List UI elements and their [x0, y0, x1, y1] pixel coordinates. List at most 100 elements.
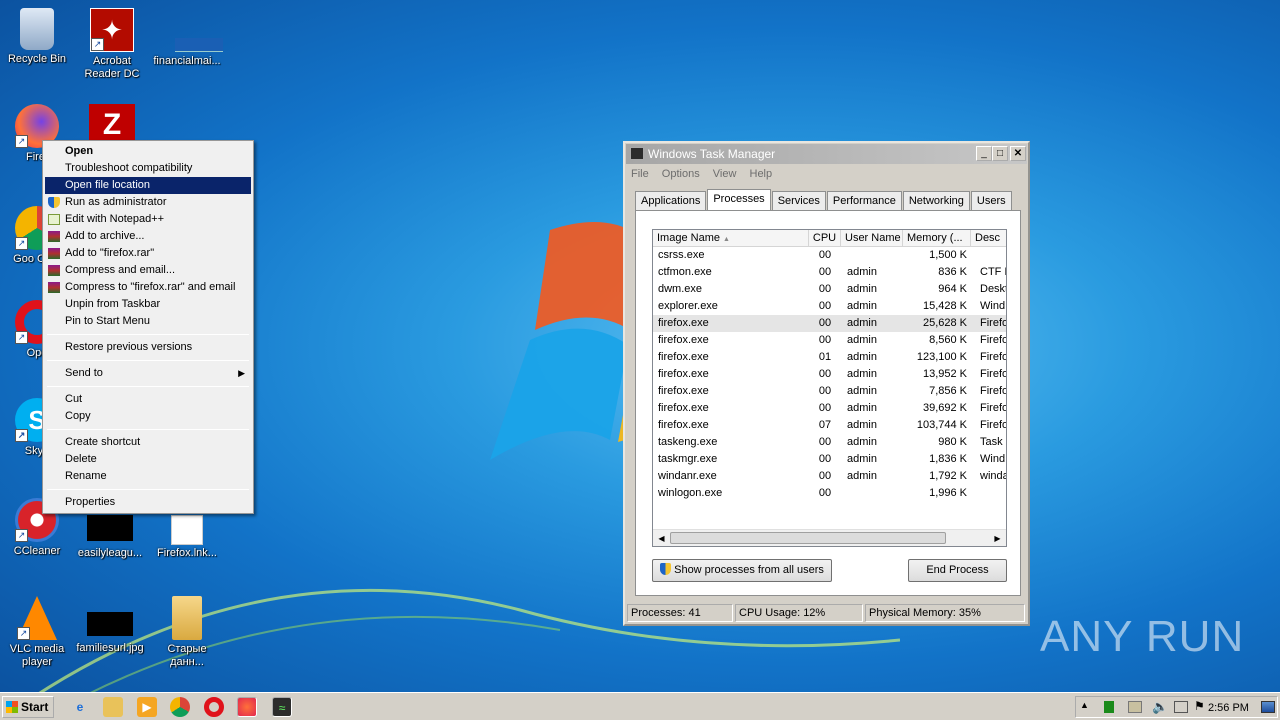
menu-item-create-shortcut[interactable]: Create shortcut — [45, 434, 251, 451]
table-row[interactable]: firefox.exe 00 admin 13,952 K Firefo — [653, 366, 1006, 383]
desktop-icon-vlc[interactable]: ↗ VLC media player — [0, 596, 74, 669]
taskbar: Start e ▶ ≈ ▲ 🔈 ⚑ 2:56 PM — [0, 692, 1280, 720]
action-center-flag-icon[interactable]: ⚑ — [1194, 699, 1205, 713]
firefox-icon[interactable] — [237, 697, 257, 717]
menu-item-rename[interactable]: Rename — [45, 468, 251, 485]
show-hidden-icons-icon[interactable]: ▲ — [1080, 700, 1089, 710]
table-row[interactable]: firefox.exe 00 admin 7,856 K Firefo — [653, 383, 1006, 400]
table-row[interactable]: firefox.exe 07 admin 103,744 K Firefo — [653, 417, 1006, 434]
maximize-button[interactable]: □ — [992, 146, 1008, 161]
ie-icon[interactable]: e — [70, 697, 90, 717]
desktop-icon-folder[interactable]: Старые данн... — [150, 596, 224, 669]
cell-name: explorer.exe — [658, 300, 718, 312]
desktop-icon-familiesurl[interactable]: familiesurl.jpg — [73, 612, 147, 655]
window-titlebar[interactable]: Windows Task Manager _ □ ✕ — [626, 144, 1027, 164]
table-row[interactable]: windanr.exe 00 admin 1,792 K winda — [653, 468, 1006, 485]
menu-item-add-to-archive[interactable]: Add to archive... — [45, 228, 251, 245]
scrollbar-thumb[interactable] — [670, 532, 946, 544]
menu-item-troubleshoot[interactable]: Troubleshoot compatibility — [45, 160, 251, 177]
explorer-icon[interactable] — [103, 697, 123, 717]
menu-item-add-to-firefox-rar[interactable]: Add to "firefox.rar" — [45, 245, 251, 262]
tab-users[interactable]: Users — [970, 191, 1012, 210]
tab-services[interactable]: Services — [771, 191, 826, 210]
menu-item-send-to[interactable]: Send to ▶ — [45, 365, 251, 382]
column-image-name[interactable]: Image Name ▲ — [653, 230, 809, 247]
table-row[interactable]: firefox.exe 00 admin 25,628 K Firefo — [653, 315, 1006, 332]
start-button[interactable]: Start — [2, 696, 54, 718]
menu-file[interactable]: File — [631, 168, 649, 180]
network-status-icon[interactable] — [1104, 701, 1114, 713]
menu-options[interactable]: Options — [662, 168, 700, 180]
network-icon[interactable] — [1128, 701, 1142, 713]
close-button[interactable]: ✕ — [1010, 146, 1026, 161]
cell-name: firefox.exe — [658, 317, 709, 329]
desktop-icon-firefox-lnk[interactable]: Firefox.lnk... — [150, 515, 224, 560]
table-row[interactable]: taskmgr.exe 00 admin 1,836 K Wind — [653, 451, 1006, 468]
show-desktop-icon[interactable] — [1261, 701, 1275, 713]
clock[interactable]: 2:56 PM — [1208, 697, 1249, 719]
desktop-icon-financialmai[interactable]: financialmai... — [150, 8, 224, 68]
tab-applications[interactable]: Applications — [635, 191, 707, 210]
table-row[interactable]: dwm.exe 00 admin 964 K Deskt — [653, 281, 1006, 298]
scroll-right-icon[interactable]: ▶ — [990, 531, 1005, 546]
table-row[interactable]: csrss.exe 00 1,500 K — [653, 247, 1006, 264]
table-row[interactable]: ctfmon.exe 00 admin 836 K CTF L — [653, 264, 1006, 281]
menu-item-compress-to-rar-email[interactable]: Compress to "firefox.rar" and email — [45, 279, 251, 296]
menu-item-properties[interactable]: Properties — [45, 494, 251, 511]
table-row[interactable]: taskeng.exe 00 admin 980 K Task — [653, 434, 1006, 451]
table-row[interactable]: firefox.exe 01 admin 123,100 K Firefo — [653, 349, 1006, 366]
media-player-icon[interactable]: ▶ — [137, 697, 157, 717]
cell-desc: CTF L — [980, 266, 1006, 278]
display-icon[interactable] — [1174, 701, 1188, 713]
menu-item-compress-email[interactable]: Compress and email... — [45, 262, 251, 279]
taskmgr-icon[interactable]: ≈ — [272, 697, 292, 717]
menu-item-open-file-location[interactable]: Open file location — [45, 177, 251, 194]
column-description[interactable]: Desc — [971, 230, 1006, 247]
cell-name: taskmgr.exe — [658, 453, 718, 465]
desktop-icon-acrobat[interactable]: ✦ ↗ Acrobat Reader DC — [75, 8, 149, 81]
cell-mem: 7,856 K — [929, 385, 967, 397]
menu-item-run-as-admin[interactable]: Run as administrator — [45, 194, 251, 211]
chrome-icon[interactable] — [170, 697, 190, 717]
table-row[interactable]: firefox.exe 00 admin 8,560 K Firefo — [653, 332, 1006, 349]
menu-item-delete[interactable]: Delete — [45, 451, 251, 468]
cell-mem: 8,560 K — [929, 334, 967, 346]
menu-item-open[interactable]: Open — [45, 143, 251, 160]
column-memory[interactable]: Memory (... — [903, 230, 971, 247]
table-row[interactable]: winlogon.exe 00 1,996 K — [653, 485, 1006, 502]
process-list[interactable]: Image Name ▲ CPU User Name Memory (... D… — [652, 229, 1007, 547]
show-all-processes-button[interactable]: Show processes from all users — [652, 559, 832, 582]
end-process-button[interactable]: End Process — [908, 559, 1007, 582]
cell-user: admin — [847, 385, 877, 397]
volume-icon[interactable]: 🔈 — [1152, 699, 1168, 715]
menu-help[interactable]: Help — [750, 168, 773, 180]
cell-name: taskeng.exe — [658, 436, 718, 448]
desktop-icon-recycle-bin[interactable]: Recycle Bin — [0, 8, 74, 66]
table-row[interactable]: explorer.exe 00 admin 15,428 K Wind — [653, 298, 1006, 315]
menu-item-cut[interactable]: Cut — [45, 391, 251, 408]
scroll-left-icon[interactable]: ◀ — [654, 531, 669, 546]
cell-desc: Deskt — [980, 283, 1007, 295]
menu-view[interactable]: View — [713, 168, 737, 180]
cell-desc: winda — [980, 470, 1007, 482]
tab-networking[interactable]: Networking — [902, 191, 970, 210]
column-user-name[interactable]: User Name — [841, 230, 903, 247]
minimize-button[interactable]: _ — [976, 146, 992, 161]
cell-name: firefox.exe — [658, 402, 709, 414]
column-cpu[interactable]: CPU — [809, 230, 841, 247]
cell-user: admin — [847, 453, 877, 465]
menu-item-edit-notepadpp[interactable]: Edit with Notepad++ — [45, 211, 251, 228]
table-row[interactable]: firefox.exe 00 admin 39,692 K Firefo — [653, 400, 1006, 417]
menu-item-pin-start[interactable]: Pin to Start Menu — [45, 313, 251, 330]
tab-performance[interactable]: Performance — [826, 191, 902, 210]
horizontal-scrollbar[interactable]: ◀ ▶ — [653, 529, 1006, 546]
menu-item-unpin-taskbar[interactable]: Unpin from Taskbar — [45, 296, 251, 313]
opera-icon[interactable] — [204, 697, 224, 717]
shield-icon — [48, 197, 60, 208]
menu-item-copy[interactable]: Copy — [45, 408, 251, 425]
cell-cpu: 00 — [818, 317, 832, 329]
cell-mem: 13,952 K — [922, 368, 967, 380]
desktop-icon-easilyleagu[interactable]: easilyleagu... — [73, 515, 147, 560]
menu-item-restore-versions[interactable]: Restore previous versions — [45, 339, 251, 356]
tab-processes[interactable]: Processes — [707, 189, 771, 211]
